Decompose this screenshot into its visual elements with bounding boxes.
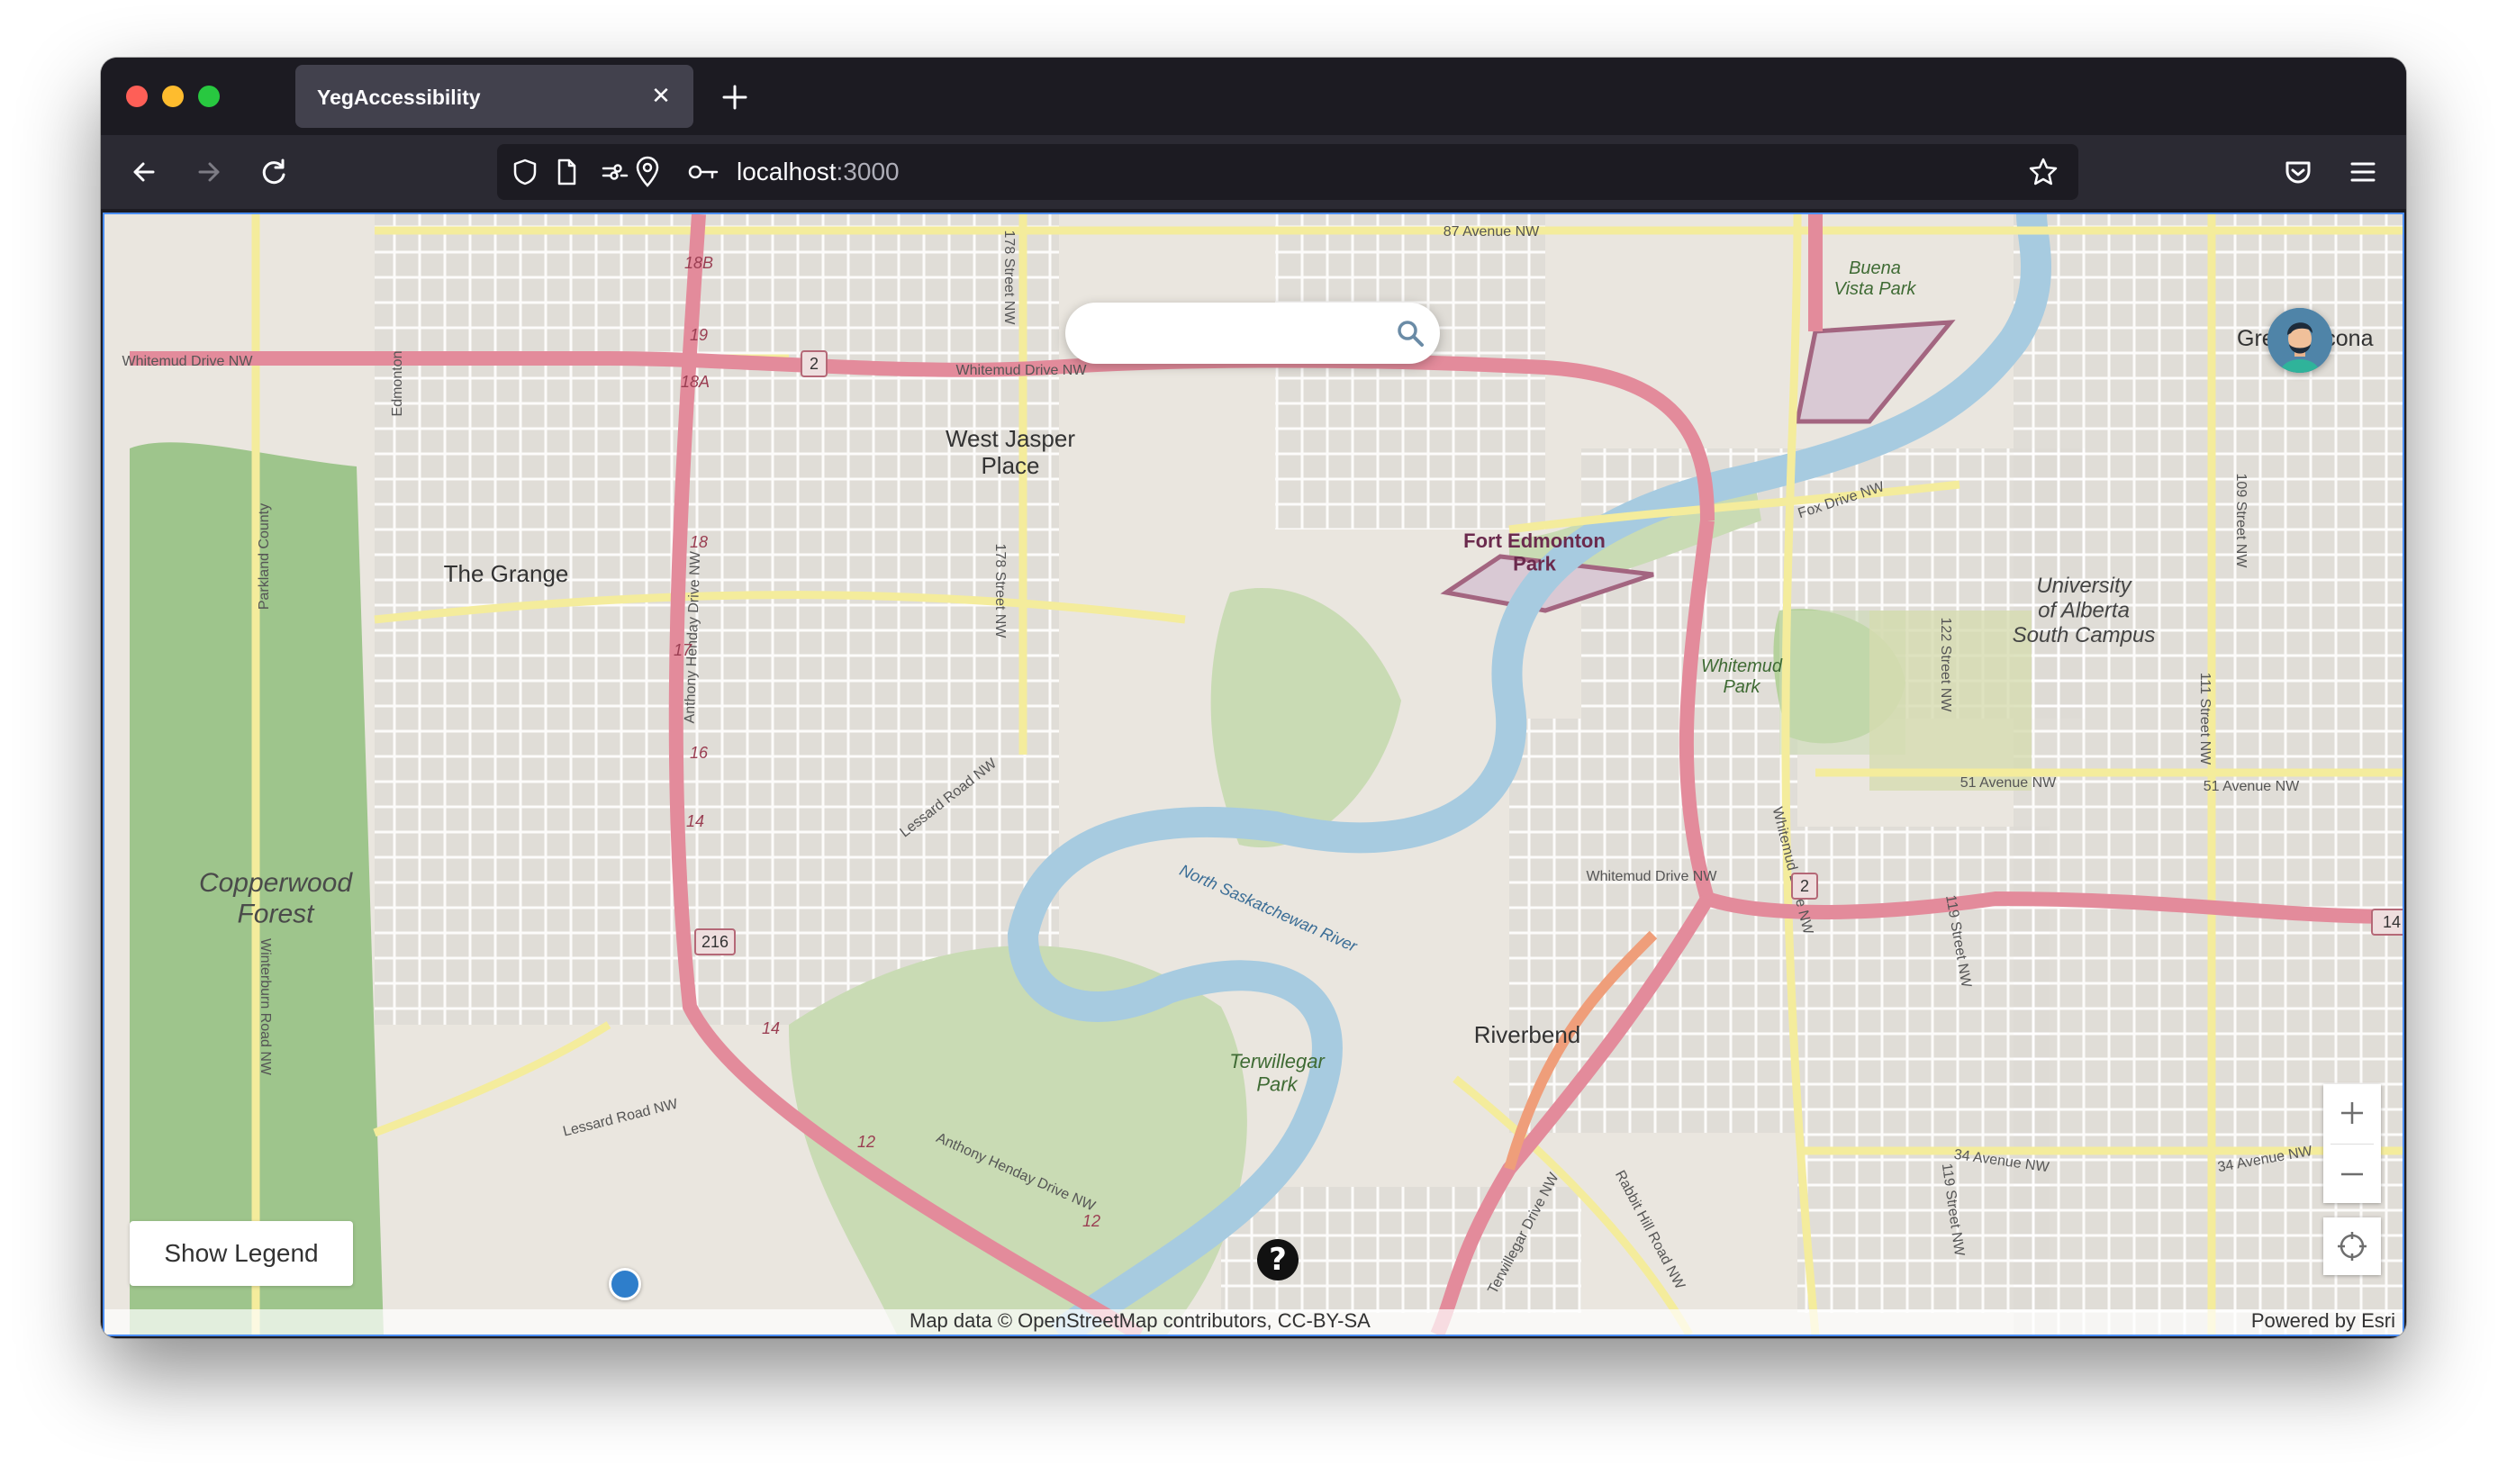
place-label: Terwillegar bbox=[1229, 1050, 1326, 1072]
place-label: Park bbox=[1723, 677, 1760, 697]
road-label: Whitemud Drive NW bbox=[956, 363, 1088, 378]
avatar-icon bbox=[2267, 308, 2332, 373]
close-window-button[interactable] bbox=[126, 86, 148, 107]
map-viewport[interactable]: West Jasper Place The Grange Copperwood Fore… bbox=[103, 213, 2404, 1336]
place-label: Fort Edmonton bbox=[1463, 529, 1606, 552]
url-host: localhost bbox=[737, 158, 837, 186]
page-icon[interactable] bbox=[551, 157, 582, 187]
place-label: of Alberta bbox=[2038, 599, 2130, 623]
svg-text:2: 2 bbox=[1800, 877, 1809, 895]
show-legend-button[interactable]: Show Legend bbox=[130, 1221, 353, 1286]
place-label: Park bbox=[1256, 1072, 1298, 1095]
road-label: 122 Street NW bbox=[1938, 618, 1953, 713]
attribution-bar: Map data © OpenStreetMap contributors, C… bbox=[104, 1309, 2403, 1335]
place-label: Whitemud bbox=[1701, 656, 1783, 676]
road-label: Edmonton bbox=[390, 351, 405, 417]
exit-label: 17 bbox=[674, 641, 692, 659]
url-port: :3000 bbox=[836, 158, 900, 186]
road-label: Whitemud Drive NW bbox=[122, 354, 254, 369]
place-label: Vista Park bbox=[1834, 279, 1917, 299]
new-tab-icon[interactable] bbox=[710, 72, 760, 122]
road-label: Whitemud Drive NW bbox=[1587, 869, 1718, 884]
route-shield: 216 bbox=[694, 928, 736, 955]
place-label: Park bbox=[1513, 552, 1556, 575]
exit-label: 12 bbox=[1082, 1212, 1100, 1230]
search-icon[interactable] bbox=[1395, 318, 1425, 348]
crosshair-icon bbox=[2338, 1232, 2367, 1261]
locate-button[interactable] bbox=[2323, 1217, 2381, 1275]
permissions-icon[interactable] bbox=[600, 157, 630, 187]
exit-label: 18B bbox=[684, 254, 713, 272]
map-attribution[interactable]: Map data © OpenStreetMap contributors, C… bbox=[910, 1309, 1371, 1333]
maximize-window-button[interactable] bbox=[198, 86, 220, 107]
place-label: Copperwood bbox=[199, 868, 353, 898]
svg-text:14: 14 bbox=[2383, 913, 2401, 931]
road-label: Winterburn Road NW bbox=[258, 938, 273, 1076]
route-shield: 2 bbox=[1791, 873, 1818, 900]
current-location-marker bbox=[609, 1268, 641, 1300]
pocket-icon[interactable] bbox=[2273, 147, 2323, 197]
svg-text:2: 2 bbox=[810, 355, 819, 373]
search-bar bbox=[1065, 303, 1440, 364]
road-label: 109 Street NW bbox=[2233, 474, 2249, 569]
shield-icon[interactable] bbox=[510, 157, 540, 187]
road-label: 178 Street NW bbox=[1001, 231, 1017, 326]
place-label: Riverbend bbox=[1474, 1021, 1581, 1048]
road-label: 51 Avenue NW bbox=[1960, 775, 2057, 791]
road-label: 111 Street NW bbox=[2197, 673, 2213, 765]
exit-label: 14 bbox=[762, 1019, 780, 1037]
exit-label: 18A bbox=[681, 373, 710, 391]
forward-icon[interactable] bbox=[184, 147, 234, 197]
powered-by-esri[interactable]: Powered by Esri bbox=[2251, 1309, 2395, 1333]
search-input[interactable] bbox=[1092, 315, 1366, 353]
road-label: 51 Avenue NW bbox=[2204, 779, 2300, 794]
zoom-in-icon[interactable] bbox=[2323, 1084, 2381, 1142]
exit-label: 14 bbox=[686, 812, 704, 830]
reload-icon[interactable] bbox=[249, 147, 299, 197]
place-label: Forest bbox=[237, 900, 315, 929]
location-pin-icon[interactable] bbox=[632, 155, 663, 189]
tab-yegaccessibility[interactable]: YegAccessibility ✕ bbox=[295, 65, 693, 128]
place-label: University bbox=[2036, 574, 2132, 598]
road-label: 87 Avenue NW bbox=[1444, 224, 1540, 240]
exit-label: 16 bbox=[690, 744, 709, 762]
title-bar: YegAccessibility ✕ bbox=[101, 58, 2406, 135]
zoom-out-icon[interactable] bbox=[2323, 1145, 2381, 1203]
tab-title: YegAccessibility bbox=[317, 86, 481, 109]
exit-label: 19 bbox=[690, 326, 708, 344]
exit-label: 12 bbox=[857, 1133, 875, 1151]
route-shield: 14 bbox=[2371, 909, 2403, 936]
svg-text:216: 216 bbox=[701, 933, 729, 951]
place-label: Buena bbox=[1849, 258, 1901, 278]
back-icon[interactable] bbox=[119, 147, 169, 197]
exit-label: 18 bbox=[690, 533, 708, 551]
nav-toolbar: localhost:3000 bbox=[101, 135, 2406, 209]
bookmark-star-icon[interactable] bbox=[2026, 155, 2060, 189]
url-bar[interactable]: localhost:3000 bbox=[497, 144, 2078, 200]
route-shield: 2 bbox=[801, 350, 828, 377]
key-icon[interactable] bbox=[686, 157, 722, 187]
minimize-window-button[interactable] bbox=[162, 86, 184, 107]
help-icon[interactable]: ? bbox=[1257, 1239, 1299, 1280]
road-label: Parkland County bbox=[257, 503, 272, 610]
place-label: South Campus bbox=[2013, 623, 2156, 647]
url-text[interactable]: localhost:3000 bbox=[737, 158, 900, 186]
menu-icon[interactable] bbox=[2338, 147, 2388, 197]
map-canvas[interactable]: West JasperPlace The Grange CopperwoodFore… bbox=[104, 214, 2403, 1335]
place-label: Place bbox=[981, 452, 1039, 479]
browser-window: YegAccessibility ✕ localhost:3000 West J… bbox=[101, 58, 2406, 1338]
user-avatar[interactable] bbox=[2267, 308, 2332, 373]
zoom-divider bbox=[2331, 1144, 2374, 1145]
road-label: 178 Street NW bbox=[992, 544, 1008, 639]
zoom-controls bbox=[2323, 1084, 2381, 1203]
close-tab-icon[interactable]: ✕ bbox=[643, 77, 679, 113]
place-label: West Jasper bbox=[946, 425, 1075, 452]
place-label: The Grange bbox=[444, 560, 569, 587]
